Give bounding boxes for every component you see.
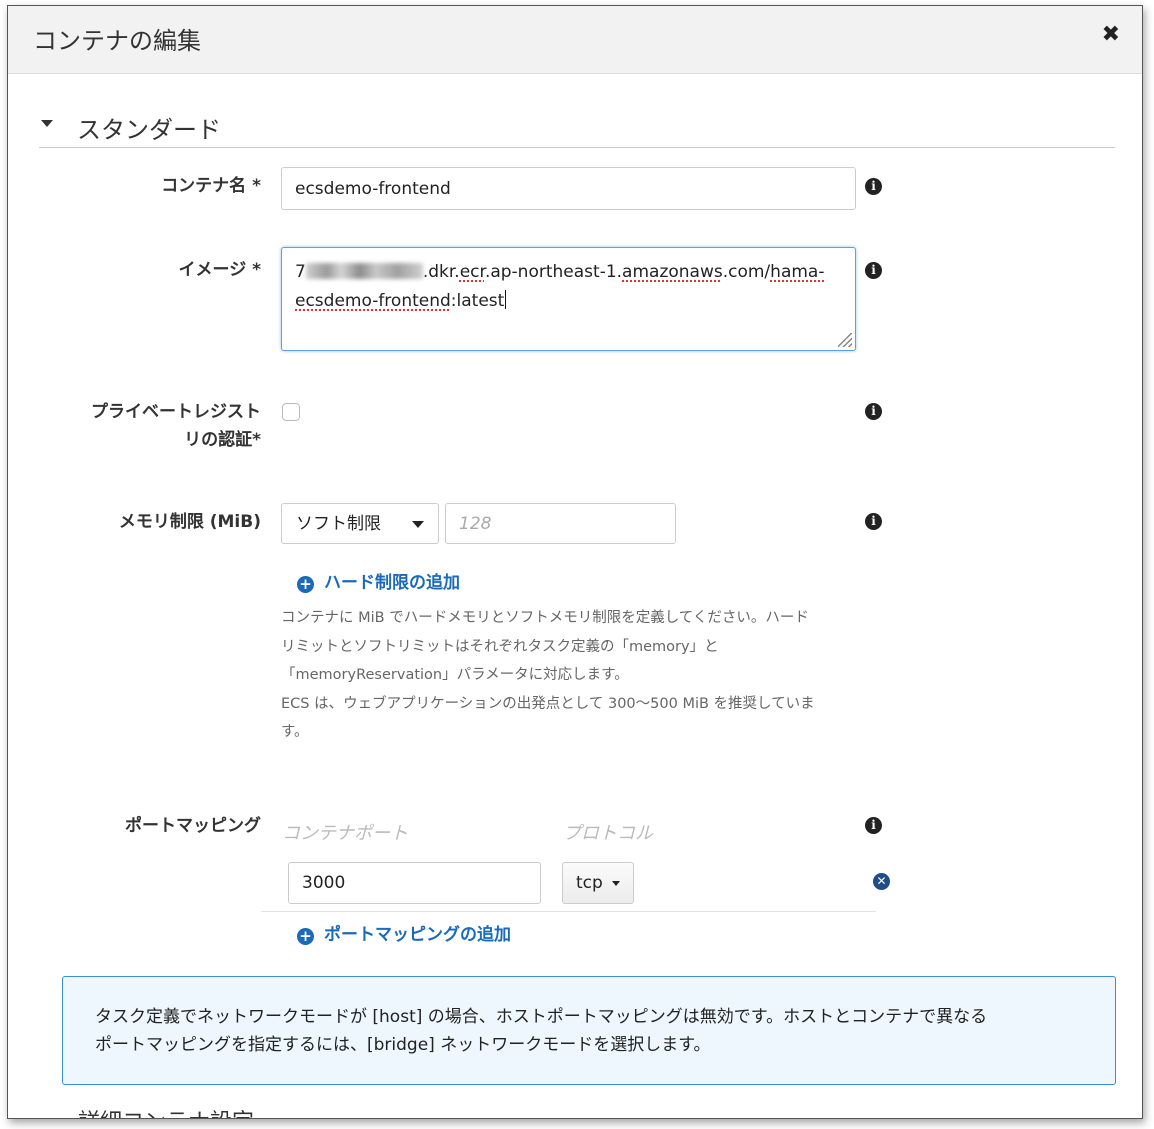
image-value-part: :latest (450, 291, 505, 311)
container-name-input[interactable]: ecsdemo-frontend (281, 167, 856, 210)
image-value-part: .com/ (722, 262, 771, 282)
image-value: 7 .dkr.ecr.ap-northeast-1.amazonaws.com/h… (295, 258, 825, 316)
help-line: コンテナに MiB でハードメモリとソフトメモリ制限を定義してください。ハード (281, 610, 809, 626)
protocol-select[interactable]: tcp (562, 862, 634, 904)
notice-line: ポートマッピングを指定するには、[bridge] ネットワークモードを選択します… (95, 1035, 711, 1055)
notice-text: タスク定義でネットワークモードが [host] の場合、ホストポートマッピングは… (95, 1003, 1083, 1059)
help-line: リミットとソフトリミットはそれぞれタスク定義の「memory」と (281, 638, 719, 655)
info-icon[interactable]: i (865, 403, 882, 420)
edit-container-dialog: コンテナの編集 ✖ スタンダード コンテナ名 * ecsdemo-fronten… (7, 5, 1143, 1119)
triangle-down-icon (41, 120, 53, 127)
memory-limit-label: メモリ制限 (MiB) (118, 512, 261, 532)
add-port-mapping-link[interactable]: + ポートマッピングの追加 (297, 920, 511, 945)
plus-circle-icon: + (297, 928, 314, 945)
help-line: す。 (281, 724, 309, 740)
section-divider (39, 147, 1115, 148)
port-mapping-label: ポートマッピング (125, 816, 261, 836)
image-value-part: .dkr. (422, 262, 460, 282)
text-caret (505, 290, 507, 309)
image-value-lead: 7 (295, 262, 306, 282)
info-icon[interactable]: i (865, 262, 882, 279)
chevron-down-icon (412, 521, 424, 528)
image-value-part: ecr (459, 262, 485, 282)
info-icon[interactable]: i (865, 178, 882, 195)
help-line: 「memoryReservation」パラメータに対応します。 (281, 667, 629, 683)
network-mode-notice: タスク定義でネットワークモードが [host] の場合、ホストポートマッピングは… (62, 976, 1116, 1085)
private-registry-label: プライベートレジスト リの認証* (48, 398, 261, 454)
image-label: イメージ * (178, 260, 261, 280)
container-name-value: ecsdemo-frontend (295, 179, 451, 199)
resize-handle[interactable] (838, 333, 852, 347)
chevron-down-icon (612, 881, 620, 886)
image-textarea[interactable]: 7 .dkr.ecr.ap-northeast-1.amazonaws.com/h… (281, 247, 856, 351)
section-title: スタンダード (77, 116, 221, 144)
plus-circle-icon: + (297, 576, 314, 593)
private-registry-label-line1: プライベートレジスト (91, 402, 261, 422)
info-icon[interactable]: i (865, 817, 882, 834)
image-value-part: hama- (770, 262, 825, 282)
private-registry-checkbox[interactable] (282, 403, 300, 421)
image-value-part: .ap-northeast-1. (484, 262, 623, 282)
image-value-part: ecsdemo-frontend (295, 291, 451, 311)
memory-limit-placeholder: 128 (459, 514, 492, 534)
image-value-part: amazonaws (622, 262, 723, 282)
memory-limit-type-select[interactable]: ソフト制限 (281, 503, 439, 544)
protocol-value: tcp (576, 873, 603, 893)
info-icon[interactable]: i (865, 513, 882, 530)
close-icon[interactable]: ✖ (1102, 24, 1120, 46)
redacted-account-id (305, 263, 423, 279)
row-divider (261, 911, 876, 912)
dialog-header: コンテナの編集 ✖ (8, 6, 1142, 74)
dialog-title: コンテナの編集 (33, 27, 201, 55)
notice-line: タスク定義でネットワークモードが [host] の場合、ホストポートマッピングは… (95, 1007, 988, 1027)
container-name-label: コンテナ名 * (161, 176, 261, 196)
protocol-column-header: プロトコル (563, 823, 653, 844)
remove-circle-icon[interactable]: ✕ (873, 873, 890, 890)
private-registry-label-line2: リの認証* (184, 430, 261, 450)
memory-help-text: コンテナに MiB でハードメモリとソフトメモリ制限を定義してください。ハード … (281, 604, 866, 747)
add-hard-limit-link[interactable]: + ハード制限の追加 (297, 568, 460, 593)
memory-limit-type-value: ソフト制限 (296, 514, 381, 534)
container-port-value: 3000 (302, 873, 346, 893)
add-hard-limit-label: ハード制限の追加 (324, 573, 460, 593)
advanced-section-title[interactable]: 詳細コンテナ設定 (78, 1104, 254, 1118)
container-port-input[interactable]: 3000 (288, 862, 541, 904)
container-port-column-header: コンテナポート (282, 823, 408, 844)
add-port-mapping-label: ポートマッピングの追加 (324, 925, 511, 945)
help-line: ECS は、ウェブアプリケーションの出発点として 300〜500 MiB を推奨… (281, 695, 815, 712)
memory-limit-input[interactable]: 128 (445, 503, 676, 544)
